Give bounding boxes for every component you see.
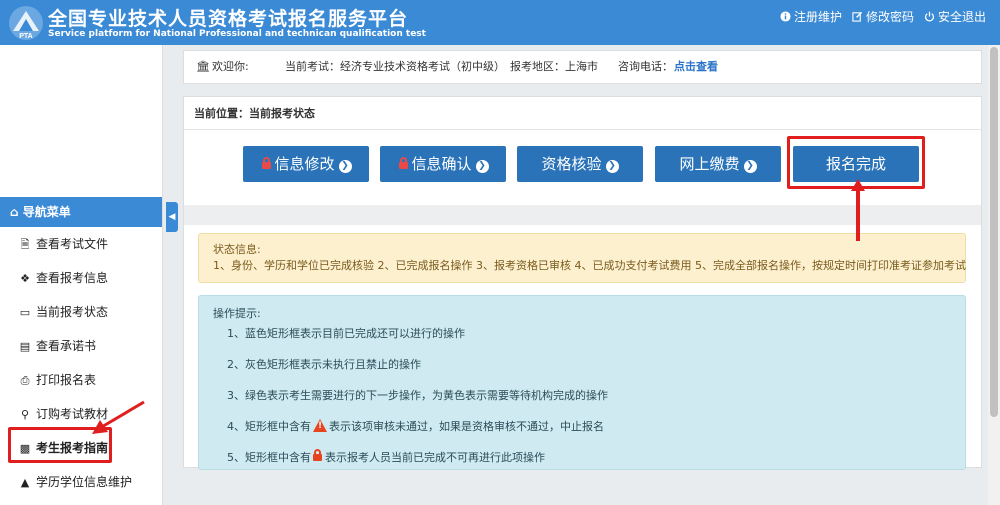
step-label: 信息确认 bbox=[411, 155, 472, 173]
file-icon: 🗎 bbox=[20, 238, 30, 251]
sidebar-item-current-status[interactable]: ▭ 当前报考状态 bbox=[0, 298, 162, 326]
phone-label: 咨询电话： bbox=[618, 60, 673, 73]
chevron-left-icon: ◀ bbox=[168, 212, 176, 222]
divider bbox=[184, 129, 981, 130]
graduation-cap-icon: ▲ bbox=[20, 476, 30, 489]
register-maintain-label: 注册维护 bbox=[793, 10, 842, 24]
tip-text: 5、矩形框中含有 bbox=[227, 451, 311, 464]
sidebar-item-label: 查看考试文件 bbox=[36, 237, 109, 251]
step-online-payment-button[interactable]: 网上缴费 ❯ bbox=[655, 146, 781, 182]
tip-line: 1、蓝色矩形框表示目前已完成还可以进行的操作 bbox=[227, 327, 465, 340]
svg-text:PTA: PTA bbox=[19, 33, 32, 40]
step-label: 资格核验 bbox=[541, 155, 602, 173]
lock-icon bbox=[313, 449, 322, 461]
current-exam: 当前考试：经济专业技术资格考试（初中级） bbox=[285, 60, 505, 73]
top-links: 注册维护 修改密码 安全退出 bbox=[780, 8, 986, 25]
bank-icon: 🏛 bbox=[196, 60, 210, 73]
logout-label: 安全退出 bbox=[937, 10, 986, 24]
info-icon bbox=[780, 11, 791, 22]
print-icon: ⎙ bbox=[20, 374, 30, 387]
sidebar-item-view-commitment[interactable]: ▤ 查看承诺书 bbox=[0, 332, 162, 360]
register-maintain-link[interactable]: 注册维护 bbox=[780, 8, 842, 25]
arrow-up-icon bbox=[851, 179, 865, 191]
top-header: PTA 全国专业技术人员资格考试报名服务平台 Service platform … bbox=[0, 0, 1000, 45]
nav-menu-header[interactable]: ⌂ 导航菜单 bbox=[0, 197, 162, 227]
monitor-icon: ▭ bbox=[19, 306, 31, 319]
exam-region: 报考地区：上海市 bbox=[510, 60, 598, 73]
edit-icon bbox=[852, 11, 863, 22]
tip-text: 4、矩形框中含有 bbox=[227, 420, 311, 433]
operation-tips-panel: 操作提示: 1、蓝色矩形框表示目前已完成还可以进行的操作 2、灰色矩形框表示未执… bbox=[198, 295, 966, 470]
change-password-label: 修改密码 bbox=[865, 10, 914, 24]
sidebar-item-label: 查看承诺书 bbox=[36, 339, 97, 353]
site-title: 全国专业技术人员资格考试报名服务平台 bbox=[48, 8, 409, 30]
sidebar-item-view-exam-info[interactable]: ❖ 查看报考信息 bbox=[0, 264, 162, 292]
page-scrollbar[interactable] bbox=[988, 45, 1000, 505]
tip-line: 2、灰色矩形框表示未执行且禁止的操作 bbox=[227, 358, 421, 371]
tips-title: 操作提示: bbox=[213, 307, 261, 320]
lock-icon bbox=[262, 157, 272, 169]
status-text: 1、身份、学历和学位已完成核验 2、已完成报名操作 3、报考资格已审核 4、已成… bbox=[213, 259, 966, 272]
scrollbar-thumb[interactable] bbox=[990, 47, 998, 417]
tip-line-warning: 4、矩形框中含有! 表示该项审核未通过，如果是资格审核不通过，中止报名 bbox=[227, 418, 604, 434]
lock-icon bbox=[399, 157, 409, 169]
warning-triangle-icon: ! bbox=[313, 419, 327, 432]
pta-logo-icon: PTA bbox=[9, 6, 43, 40]
info-circle-icon: ❖ bbox=[20, 272, 30, 285]
sidebar-collapse-toggle[interactable]: ◀ bbox=[166, 202, 178, 232]
step-info-confirm-button[interactable]: 信息确认 ❯ bbox=[380, 146, 506, 182]
tip-text: 表示报考人员当前已完成不可再进行此项操作 bbox=[325, 451, 545, 464]
sidebar-item-label: 学历学位信息维护 bbox=[36, 475, 133, 489]
step-info-edit-button[interactable]: 信息修改 ❯ bbox=[243, 146, 369, 182]
status-title: 状态信息: bbox=[213, 243, 261, 256]
guide-pointer-arrow-icon bbox=[92, 400, 145, 434]
power-icon bbox=[924, 11, 935, 22]
chevron-right-icon: ❯ bbox=[338, 160, 352, 173]
tip-line: 3、绿色表示考生需要进行的下一步操作，为黄色表示需要等待机构完成的操作 bbox=[227, 389, 608, 402]
id-card-icon: ▤ bbox=[19, 340, 31, 353]
site-subtitle: Service platform for National Profession… bbox=[48, 29, 426, 39]
phone-view-link[interactable]: 点击查看 bbox=[674, 51, 718, 83]
sidebar-item-label: 打印报名表 bbox=[36, 373, 97, 387]
step-qualification-check-button[interactable]: 资格核验 ❯ bbox=[517, 146, 643, 182]
complete-pointer-arrow-shaft bbox=[856, 185, 860, 241]
tip-text: 表示该项审核未通过，如果是资格审核不通过，中止报名 bbox=[329, 420, 604, 433]
chevron-right-icon: ❯ bbox=[605, 160, 619, 173]
chevron-right-icon: ❯ bbox=[743, 160, 757, 173]
step-label: 网上缴费 bbox=[679, 155, 740, 173]
sidebar-item-print-form[interactable]: ⎙ 打印报名表 bbox=[0, 366, 162, 394]
nav-header-label: 导航菜单 bbox=[22, 205, 71, 219]
tip-line-lock: 5、矩形框中含有 表示报考人员当前已完成不可再进行此项操作 bbox=[227, 449, 545, 465]
chevron-right-icon: ❯ bbox=[475, 160, 489, 173]
sidebar-item-label: 查看报考信息 bbox=[36, 271, 109, 285]
sidebar-item-view-exam-files[interactable]: 🗎 查看考试文件 bbox=[0, 230, 162, 258]
breadcrumb: 当前位置：当前报考状态 bbox=[194, 107, 315, 120]
sidebar-item-label: 当前报考状态 bbox=[36, 305, 109, 319]
separator-strip bbox=[184, 205, 981, 225]
home-icon: ⌂ bbox=[10, 205, 19, 219]
status-info-alert: 状态信息: 1、身份、学历和学位已完成核验 2、已完成报名操作 3、报考资格已审… bbox=[198, 233, 966, 283]
welcome-bar: 🏛 欢迎你: 当前考试：经济专业技术资格考试（初中级） 报考地区：上海市 咨询电… bbox=[183, 50, 982, 84]
sidebar-item-degree-maintain[interactable]: ▲ 学历学位信息维护 bbox=[0, 468, 162, 496]
main-panel: 当前位置：当前报考状态 信息修改 ❯ 信息确认 ❯ 资格核验 ❯ 网上缴费 ❯ 报名完成… bbox=[183, 96, 982, 470]
step-label: 信息修改 bbox=[274, 155, 335, 173]
cart-icon: ⚲ bbox=[20, 408, 30, 421]
change-password-link[interactable]: 修改密码 bbox=[852, 8, 914, 25]
welcome-greeting: 欢迎你: bbox=[212, 60, 249, 73]
logout-link[interactable]: 安全退出 bbox=[924, 8, 986, 25]
